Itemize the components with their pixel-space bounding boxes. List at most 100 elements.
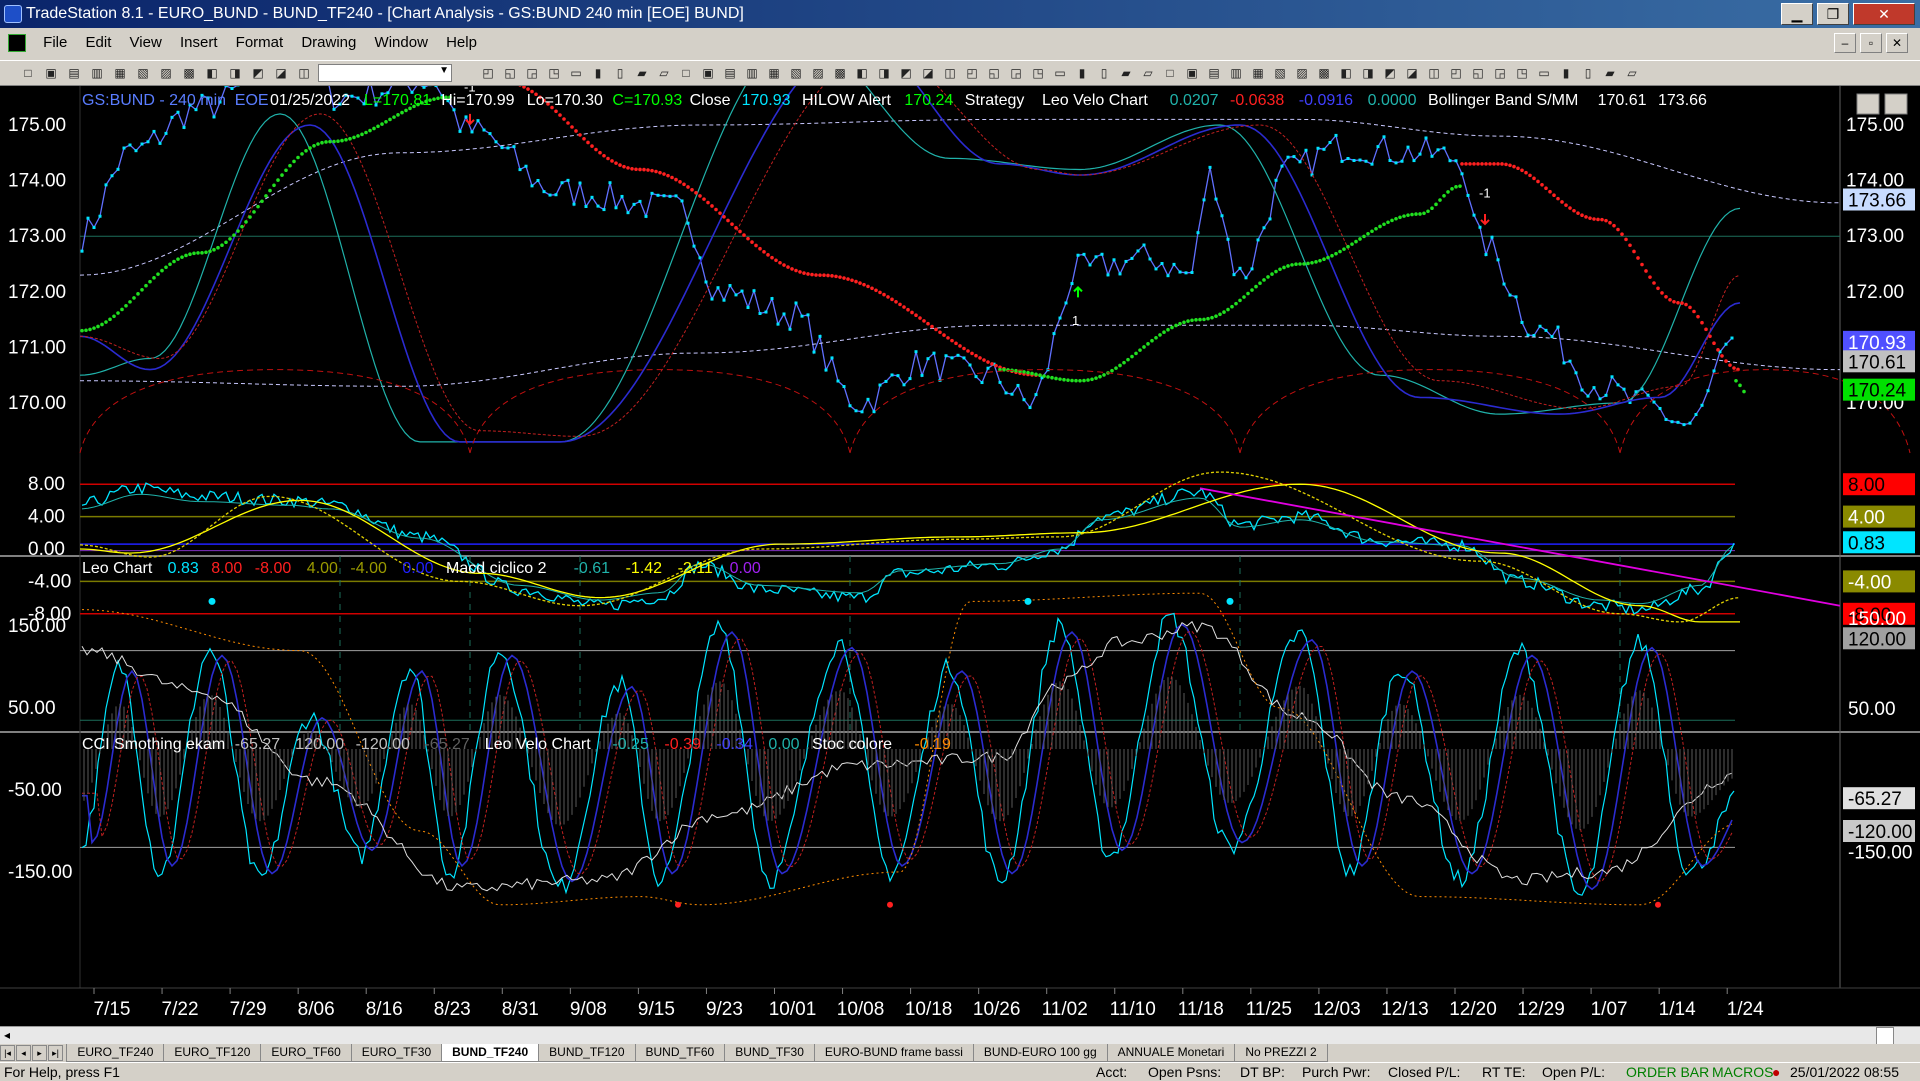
toolbar-tool-icon[interactable]: ◪	[273, 65, 289, 81]
toolbar-tool-icon[interactable]: ▩	[832, 65, 848, 81]
toolbar-tool-icon[interactable]: ▨	[810, 65, 826, 81]
toolbar-tool-icon[interactable]: ▩	[181, 65, 197, 81]
toolbar-tool-icon[interactable]: ◰	[1448, 65, 1464, 81]
toolbar-tool-icon[interactable]: ◧	[204, 65, 220, 81]
toolbar-tool-icon[interactable]: ◳	[1514, 65, 1530, 81]
toolbar-tool-icon[interactable]: ▮	[1074, 65, 1090, 81]
mdi-close-button[interactable]: ✕	[1886, 33, 1908, 53]
tab-bund-tf60[interactable]: BUND_TF60	[635, 1044, 726, 1062]
toolbar-tool-icon[interactable]: ▥	[89, 65, 105, 81]
toolbar-tool-icon[interactable]: ▤	[722, 65, 738, 81]
toolbar-tool-icon[interactable]: ▦	[766, 65, 782, 81]
tab-no-prezzi-2[interactable]: No PREZZI 2	[1234, 1044, 1327, 1062]
tab-bund-tf30[interactable]: BUND_TF30	[724, 1044, 815, 1062]
toolbar-tool-icon[interactable]: ▮	[590, 65, 606, 81]
toolbar-tool-icon[interactable]: ◲	[1008, 65, 1024, 81]
toolbar-tool-icon[interactable]: ◱	[502, 65, 518, 81]
tab-euro-tf30[interactable]: EURO_TF30	[351, 1044, 442, 1062]
toolbar-tool-icon[interactable]: ▣	[1184, 65, 1200, 81]
toolbar-tool-icon[interactable]: ▯	[1580, 65, 1596, 81]
chevron-down-icon[interactable]: ▼	[439, 65, 449, 76]
tab-next-icon[interactable]: ▸	[32, 1045, 47, 1061]
toolbar-tool-icon[interactable]: ▧	[788, 65, 804, 81]
tab-prev-icon[interactable]: ◂	[16, 1045, 31, 1061]
toolbar-tool-icon[interactable]: ◨	[227, 65, 243, 81]
toolbar-tool-icon[interactable]: □	[678, 65, 694, 81]
chart-window-icon[interactable]	[8, 34, 26, 52]
toolbar-tool-icon[interactable]: ▨	[158, 65, 174, 81]
menu-file[interactable]: File	[36, 30, 74, 51]
menu-format[interactable]: Format	[229, 30, 291, 51]
toolbar-tool-icon[interactable]: ◫	[296, 65, 312, 81]
toolbar-tool-icon[interactable]: ◰	[964, 65, 980, 81]
toolbar-tool-icon[interactable]: ◨	[1360, 65, 1376, 81]
toolbar-tool-icon[interactable]: ◩	[250, 65, 266, 81]
symbol-combo[interactable]: ▼	[318, 64, 452, 82]
toolbar-tool-icon[interactable]: ▨	[1294, 65, 1310, 81]
order-bar-button[interactable]: ORDER BAR	[1626, 1064, 1709, 1080]
toolbar-tool-icon[interactable]: ◱	[1470, 65, 1486, 81]
toolbar-tool-icon[interactable]: ▧	[135, 65, 151, 81]
scroll-left-icon[interactable]: ◂	[4, 1028, 10, 1042]
horizontal-scrollbar[interactable]: ◂	[0, 1026, 1920, 1045]
toolbar-tool-icon[interactable]: ▱	[1624, 65, 1640, 81]
macros-button[interactable]: MACROS	[1712, 1064, 1773, 1080]
toolbar-tool-icon[interactable]: ◰	[480, 65, 496, 81]
toolbar-tool-icon[interactable]: ▣	[700, 65, 716, 81]
minimize-button[interactable]: ▁	[1781, 3, 1813, 25]
toolbar-tool-icon[interactable]: ▭	[1536, 65, 1552, 81]
toolbar-tool-icon[interactable]: ◲	[524, 65, 540, 81]
toolbar-tool-icon[interactable]: ▮	[1558, 65, 1574, 81]
tab-euro-tf60[interactable]: EURO_TF60	[260, 1044, 351, 1062]
toolbar-tool-icon[interactable]: ▭	[568, 65, 584, 81]
menu-insert[interactable]: Insert	[173, 30, 225, 51]
toolbar-tool-icon[interactable]: ◳	[546, 65, 562, 81]
toolbar-tool-icon[interactable]: ▧	[1272, 65, 1288, 81]
tab-annuale-monetari[interactable]: ANNUALE Monetari	[1107, 1044, 1236, 1062]
menu-window[interactable]: Window	[368, 30, 435, 51]
toolbar-tool-icon[interactable]: ▰	[1602, 65, 1618, 81]
toolbar-tool-icon[interactable]: ▯	[612, 65, 628, 81]
mdi-restore-button[interactable]: ▫	[1860, 33, 1882, 53]
toolbar-tool-icon[interactable]: □	[1162, 65, 1178, 81]
toolbar-tool-icon[interactable]: ◳	[1030, 65, 1046, 81]
toolbar-tool-icon[interactable]: ◱	[986, 65, 1002, 81]
toolbar-tool-icon[interactable]: ▱	[656, 65, 672, 81]
toolbar-tool-icon[interactable]: ◫	[942, 65, 958, 81]
toolbar-tool-icon[interactable]: ◧	[854, 65, 870, 81]
toolbar-tool-icon[interactable]: ◨	[876, 65, 892, 81]
tab-bund-tf120[interactable]: BUND_TF120	[538, 1044, 635, 1062]
close-button[interactable]: ✕	[1853, 3, 1915, 25]
toolbar-tool-icon[interactable]: ◩	[1382, 65, 1398, 81]
toolbar-tool-icon[interactable]: ▤	[66, 65, 82, 81]
toolbar-tool-icon[interactable]: ▰	[1118, 65, 1134, 81]
menu-edit[interactable]: Edit	[79, 30, 119, 51]
toolbar-tool-icon[interactable]: ◧	[1338, 65, 1354, 81]
toolbar-tool-icon[interactable]: ▩	[1316, 65, 1332, 81]
menu-help[interactable]: Help	[439, 30, 484, 51]
toolbar-tool-icon[interactable]: ▣	[43, 65, 59, 81]
toolbar-tool-icon[interactable]: ◲	[1492, 65, 1508, 81]
toolbar-tool-icon[interactable]: ◩	[898, 65, 914, 81]
maximize-button[interactable]: ❐	[1817, 3, 1849, 25]
chart-analysis[interactable]: -11-1 176.00176.00175.00175.00174.00174.…	[0, 86, 1920, 1026]
scroll-thumb[interactable]	[1876, 1027, 1894, 1045]
toolbar-tool-icon[interactable]: ▥	[1228, 65, 1244, 81]
toolbar-tool-icon[interactable]: ▱	[1140, 65, 1156, 81]
menu-drawing[interactable]: Drawing	[294, 30, 363, 51]
tab-bund-tf240[interactable]: BUND_TF240	[441, 1044, 539, 1062]
toolbar-tool-icon[interactable]: □	[20, 65, 36, 81]
toolbar-tool-icon[interactable]: ▯	[1096, 65, 1112, 81]
tab-bund-euro-100-gg[interactable]: BUND-EURO 100 gg	[973, 1044, 1108, 1062]
tab-euro-tf240[interactable]: EURO_TF240	[66, 1044, 164, 1062]
tab-first-icon[interactable]: |◂	[0, 1045, 15, 1061]
toolbar-tool-icon[interactable]: ◪	[920, 65, 936, 81]
toolbar-tool-icon[interactable]: ◫	[1426, 65, 1442, 81]
toolbar-tool-icon[interactable]: ▦	[1250, 65, 1266, 81]
toolbar-tool-icon[interactable]: ▥	[744, 65, 760, 81]
tab-euro-tf120[interactable]: EURO_TF120	[163, 1044, 261, 1062]
tab-euro-bund-frame-bassi[interactable]: EURO-BUND frame bassi	[814, 1044, 974, 1062]
toolbar-tool-icon[interactable]: ▤	[1206, 65, 1222, 81]
toolbar-tool-icon[interactable]: ▦	[112, 65, 128, 81]
menu-view[interactable]: View	[123, 30, 169, 51]
